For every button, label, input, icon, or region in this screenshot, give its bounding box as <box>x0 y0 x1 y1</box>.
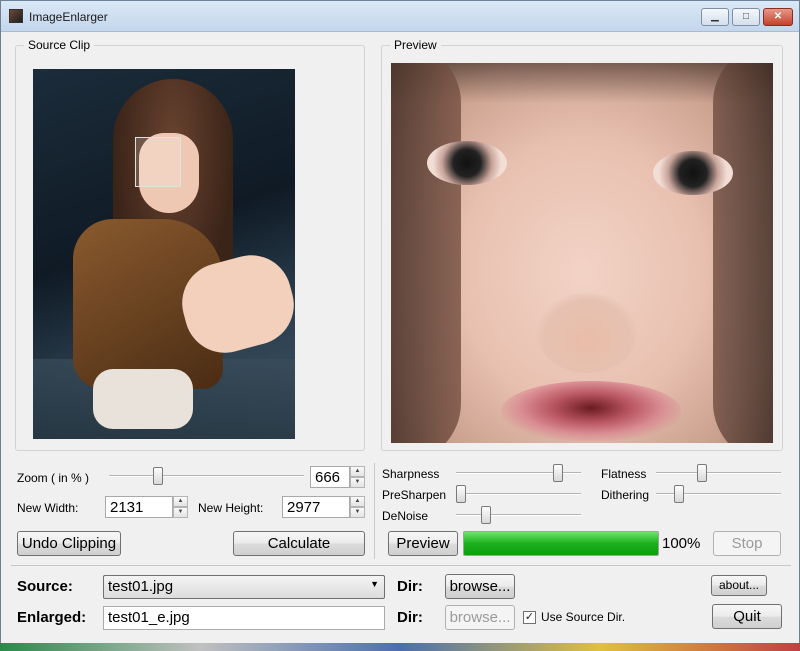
use-source-dir-label: Use Source Dir. <box>541 610 626 624</box>
files-separator <box>11 565 791 566</box>
source-file-value: test01.jpg <box>108 578 174 595</box>
presharpen-label: PreSharpen <box>382 488 447 502</box>
browse-enlarged-button[interactable]: browse... <box>445 605 515 630</box>
width-up-icon[interactable]: ▲ <box>173 496 188 507</box>
preview-mouth <box>501 381 681 441</box>
denoise-slider-thumb[interactable] <box>481 506 492 524</box>
quit-button[interactable]: Quit <box>712 604 782 629</box>
preview-image <box>391 63 773 443</box>
preview-left-eye <box>427 141 507 185</box>
undo-clipping-button[interactable]: Undo Clipping <box>17 531 121 556</box>
sharpness-slider-thumb[interactable] <box>552 464 563 482</box>
window-title: ImageEnlarger <box>29 10 108 24</box>
height-spinner[interactable]: ▲ ▼ <box>350 496 365 518</box>
height-up-icon[interactable]: ▲ <box>350 496 365 507</box>
close-button[interactable]: ✕ <box>763 8 793 26</box>
use-source-dir-checkbox[interactable]: ✓ <box>523 611 536 624</box>
photo-shorts <box>93 369 193 429</box>
width-down-icon[interactable]: ▼ <box>173 507 188 518</box>
preview-right-eye <box>653 151 733 195</box>
pane-separator <box>374 463 375 559</box>
title-bar[interactable]: ImageEnlarger ▁ □ ✕ <box>1 1 799 32</box>
maximize-button[interactable]: □ <box>732 8 760 26</box>
minimize-button[interactable]: ▁ <box>701 8 729 26</box>
progress-bar <box>463 531 659 556</box>
about-button[interactable]: about... <box>711 575 767 596</box>
new-height-input[interactable]: 2977 <box>282 496 350 518</box>
enlarged-dir-label: Dir: <box>397 609 423 626</box>
stop-button[interactable]: Stop <box>713 531 781 556</box>
source-dir-label: Dir: <box>397 578 423 595</box>
preview-hair-right <box>713 63 773 443</box>
dithering-slider-thumb[interactable] <box>674 485 685 503</box>
zoom-up-icon[interactable]: ▲ <box>350 466 365 477</box>
chevron-down-icon[interactable]: ▼ <box>370 579 379 589</box>
progress-percent: 100% <box>662 535 701 552</box>
zoom-input[interactable]: 666 <box>310 466 350 488</box>
progress-fill <box>464 532 658 555</box>
app-window: ImageEnlarger ▁ □ ✕ Source Clip Preview … <box>0 0 800 651</box>
enlarged-label: Enlarged: <box>17 609 87 626</box>
zoom-label: Zoom ( in % ) <box>17 471 90 485</box>
clip-selection-rectangle[interactable] <box>135 137 181 187</box>
zoom-spinner[interactable]: ▲ ▼ <box>350 466 365 488</box>
new-width-input[interactable]: 2131 <box>105 496 173 518</box>
preview-title: Preview <box>390 38 441 52</box>
height-down-icon[interactable]: ▼ <box>350 507 365 518</box>
enlarged-file-input[interactable]: test01_e.jpg <box>103 606 385 630</box>
presharpen-slider-track[interactable] <box>456 493 581 495</box>
preview-nose <box>537 293 637 373</box>
source-label: Source: <box>17 578 73 595</box>
calculate-button[interactable]: Calculate <box>233 531 365 556</box>
source-clip-title: Source Clip <box>24 38 95 52</box>
new-height-label: New Height: <box>198 501 264 515</box>
dithering-label: Dithering <box>601 488 650 502</box>
flatness-slider-track[interactable] <box>656 472 781 474</box>
preview-hair-left <box>391 63 461 443</box>
source-file-combo[interactable]: test01.jpg ▼ <box>103 575 385 599</box>
desktop-taskbar-strip <box>0 643 800 651</box>
browse-source-button[interactable]: browse... <box>445 574 515 599</box>
sharpness-label: Sharpness <box>382 467 440 481</box>
flatness-label: Flatness <box>601 467 647 481</box>
zoom-slider-thumb[interactable] <box>153 467 164 485</box>
zoom-slider-track[interactable] <box>109 475 304 477</box>
denoise-slider-track[interactable] <box>456 514 581 516</box>
source-clip-image[interactable] <box>33 69 295 439</box>
denoise-label: DeNoise <box>382 509 429 523</box>
preview-button[interactable]: Preview <box>388 531 458 556</box>
app-icon <box>9 9 23 23</box>
presharpen-slider-thumb[interactable] <box>456 485 466 503</box>
new-width-label: New Width: <box>17 501 79 515</box>
flatness-slider-thumb[interactable] <box>697 464 708 482</box>
width-spinner[interactable]: ▲ ▼ <box>173 496 188 518</box>
zoom-down-icon[interactable]: ▼ <box>350 477 365 488</box>
